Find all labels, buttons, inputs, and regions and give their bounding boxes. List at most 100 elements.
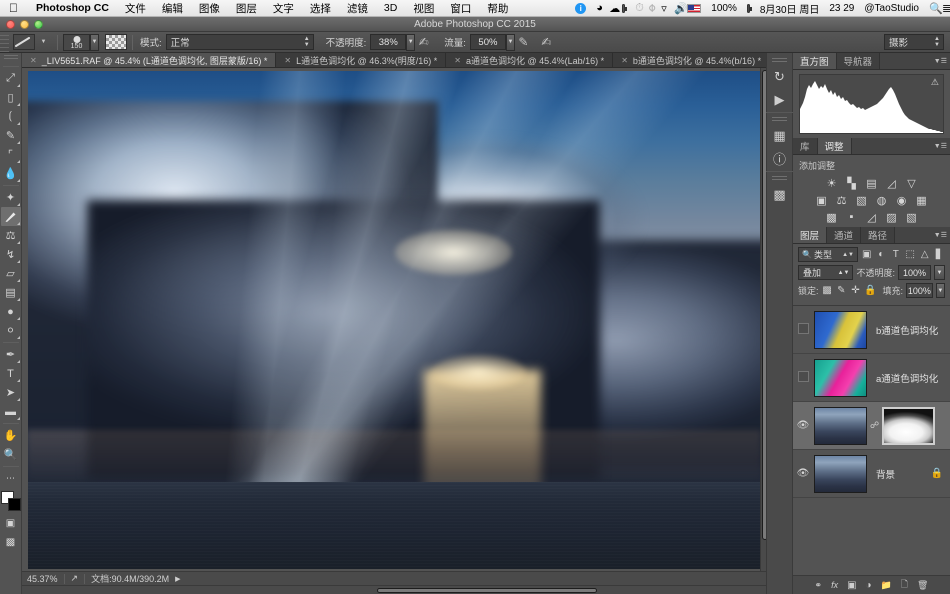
play-arrow-icon[interactable]: ▶ xyxy=(175,575,180,583)
a-channel-thumb[interactable] xyxy=(814,358,867,397)
filter-adjustment-icon[interactable]: ◐ xyxy=(876,248,888,262)
bluetooth-icon[interactable]: 𐌘 xyxy=(643,2,656,15)
layer-opacity-stepper[interactable]: ▼ xyxy=(934,265,945,280)
minimize-window-button[interactable] xyxy=(20,20,29,29)
zoom-level[interactable]: 45.37% xyxy=(27,574,58,584)
canvas-horizontal-scrollbar[interactable] xyxy=(22,585,768,594)
share-icon[interactable]: ↗ xyxy=(71,573,79,584)
info-icon[interactable]: i xyxy=(570,2,591,14)
blur-tool[interactable]: ● xyxy=(1,302,21,321)
type-tool[interactable]: T xyxy=(1,364,21,383)
new-adjustment-layer-icon[interactable]: ◑ xyxy=(866,580,872,591)
history-brush-tool[interactable]: ↯ xyxy=(1,245,21,264)
actions-panel-icon[interactable]: ▶ xyxy=(768,88,792,111)
blend-mode-select[interactable]: 正常 ▲ ▼ xyxy=(165,34,314,50)
layer-visibility-toggle[interactable] xyxy=(795,322,811,337)
battery-widget-icon[interactable] xyxy=(617,3,630,13)
filter-shape-icon[interactable]: ⬚ xyxy=(905,248,917,262)
document-tab-3[interactable]: ✕ a通道色调均化 @ 45.4%(Lab/16) * xyxy=(446,53,614,67)
opacity-pressure-icon[interactable]: ✍ xyxy=(415,34,432,51)
layer-name[interactable]: b通道色调均化 xyxy=(870,323,950,337)
document-tab-4[interactable]: ✕ b通道色调均化 @ 45.4%(b/16) * xyxy=(613,53,771,67)
menu-item-select[interactable]: 选择 xyxy=(302,1,339,16)
layer-fill-input[interactable]: 100% xyxy=(906,283,933,298)
rectangle-tool[interactable]: ▬ xyxy=(1,402,21,421)
photo-thumb[interactable] xyxy=(814,406,867,445)
document-tab-2[interactable]: ✕ L通道色调均化 @ 46.3%(明度/16) * xyxy=(276,53,447,67)
zoom-tool[interactable]: 🔍 xyxy=(1,445,21,464)
dock-grip-1[interactable] xyxy=(772,58,787,63)
marquee-tool[interactable]: ▯ xyxy=(1,88,21,107)
apple-icon[interactable]:  xyxy=(9,2,18,14)
close-icon[interactable]: ✕ xyxy=(454,56,461,65)
clone-stamp-tool[interactable]: ⚖ xyxy=(1,226,21,245)
brush-preset-chevron-icon[interactable]: ▼ xyxy=(35,34,52,51)
layer-filter-select[interactable]: 🔍 类型 ▲▼ xyxy=(798,247,858,262)
cloud-icon[interactable]: ☁ xyxy=(604,2,620,15)
document-image[interactable] xyxy=(28,71,761,569)
vibrance-icon[interactable]: ▽ xyxy=(904,176,919,190)
eraser-tool[interactable]: ▱ xyxy=(1,264,21,283)
dropbox-icon[interactable]: ◕ xyxy=(591,2,604,14)
screen-mode-icon[interactable]: ▩ xyxy=(1,533,21,552)
exposure-icon[interactable]: ◿ xyxy=(884,176,899,190)
quick-selection-tool[interactable]: ✎ xyxy=(1,126,21,145)
layer-opacity-input[interactable]: 100% xyxy=(898,265,931,280)
document-tab-1[interactable]: ✕ _LIV5651.RAF @ 45.4% (L通道色调均化, 图层蒙版/16… xyxy=(22,53,277,67)
menu-item-window[interactable]: 窗口 xyxy=(442,1,479,16)
hand-tool[interactable]: ✋ xyxy=(1,426,21,445)
canvas-horizontal-scroll-thumb[interactable] xyxy=(377,588,597,593)
lasso-tool[interactable]: ⟮ xyxy=(1,107,21,126)
layer-visibility-toggle[interactable]: 👁 xyxy=(795,468,811,479)
photo-filter-icon[interactable]: ◍ xyxy=(874,193,889,207)
airbrush-icon[interactable]: ✎ xyxy=(515,34,532,51)
menu-item-3d[interactable]: 3D xyxy=(376,2,405,14)
menu-item-file[interactable]: 文件 xyxy=(117,1,154,16)
tab-layers[interactable]: 图层 xyxy=(793,227,828,243)
layer-blend-mode-select[interactable]: 叠加 ▲▼ xyxy=(798,265,854,280)
brush-preset-icon[interactable] xyxy=(13,34,35,50)
layer-fill-stepper[interactable]: ▼ xyxy=(935,283,945,298)
opacity-stepper[interactable]: ▼ xyxy=(406,33,416,51)
brush-tool[interactable] xyxy=(0,207,21,226)
background-thumb[interactable] xyxy=(814,454,867,493)
filter-type-icon[interactable]: T xyxy=(890,248,902,262)
layer-visibility-toggle[interactable]: 👁 xyxy=(795,420,811,431)
lock-position-icon[interactable]: ✛ xyxy=(850,284,861,298)
path-selection-tool[interactable]: ➤ xyxy=(1,383,21,402)
close-window-button[interactable] xyxy=(6,20,15,29)
layers-panel-menu-icon[interactable]: ▼☰ xyxy=(934,231,947,239)
smoothing-pressure-icon[interactable]: ✍ xyxy=(538,34,555,51)
layer-style-icon[interactable]: fx xyxy=(831,580,838,590)
invert-icon[interactable]: ▩ xyxy=(824,210,839,224)
curves-icon[interactable]: ▤ xyxy=(864,176,879,190)
menu-item-view[interactable]: 视图 xyxy=(405,1,442,16)
layer-row-b-channel[interactable]: b通道色调均化 xyxy=(793,306,950,354)
layer-name[interactable]: a通道色调均化 xyxy=(870,371,950,385)
histogram-graph[interactable]: ⚠ xyxy=(799,74,944,134)
tab-adjustments[interactable]: 调整 xyxy=(817,138,852,154)
gradient-map-icon[interactable]: ▧ xyxy=(904,210,919,224)
options-bar-grip[interactable] xyxy=(0,31,9,53)
filter-smartobject-icon[interactable]: △ xyxy=(919,248,931,262)
layer-row-masked-photo[interactable]: 👁 ☍ xyxy=(793,402,950,450)
menu-item-help[interactable]: 帮助 xyxy=(479,1,516,16)
menu-item-image[interactable]: 图像 xyxy=(191,1,228,16)
adjustments-panel-menu-icon[interactable]: ▼☰ xyxy=(934,142,947,150)
new-layer-icon[interactable]: 🗋 xyxy=(901,577,908,593)
lock-transparent-pixels-icon[interactable]: ▩ xyxy=(822,284,833,298)
color-lookup-icon[interactable]: ▦ xyxy=(914,193,929,207)
filter-toggle-icon[interactable]: ▋ xyxy=(934,248,946,262)
tab-paths[interactable]: 路径 xyxy=(861,227,896,243)
flow-stepper[interactable]: ▼ xyxy=(505,33,515,51)
canvas-area[interactable] xyxy=(22,68,768,575)
mask-link-icon[interactable]: ☍ xyxy=(870,420,879,431)
brightness-contrast-icon[interactable]: ☀ xyxy=(824,176,839,190)
channels-panel-icon[interactable]: ▩ xyxy=(768,183,792,206)
layer-mask-thumb[interactable] xyxy=(882,406,935,445)
menu-item-edit[interactable]: 编辑 xyxy=(154,1,191,16)
close-icon[interactable]: ✕ xyxy=(621,56,628,65)
background-color-swatch[interactable] xyxy=(7,498,21,511)
gradient-tool[interactable]: ▤ xyxy=(1,283,21,302)
menubar-user[interactable]: @TaoStudio xyxy=(859,3,924,14)
